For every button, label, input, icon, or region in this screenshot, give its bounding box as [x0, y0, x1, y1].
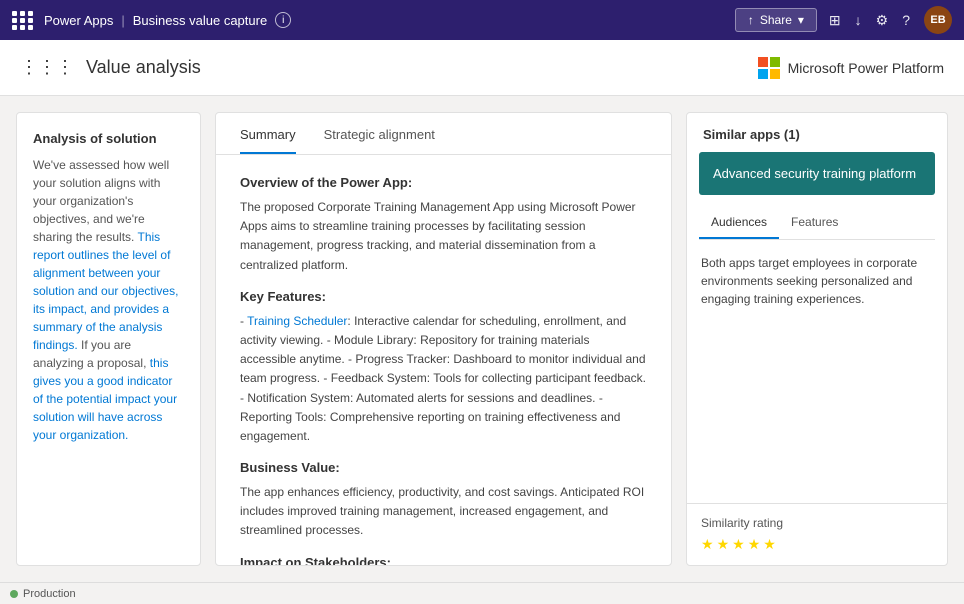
business-section: Business Value: The app enhances efficie… — [240, 460, 647, 541]
status-indicator — [10, 590, 18, 598]
share-button[interactable]: ↑ Share ▾ — [735, 8, 817, 32]
main-content: Analysis of solution We've assessed how … — [0, 96, 964, 582]
audiences-text: Both apps target employees in corporate … — [701, 254, 933, 308]
business-title: Business Value: — [240, 460, 647, 475]
left-panel-text: We've assessed how well your solution al… — [33, 156, 184, 444]
stakeholders-title: Impact on Stakeholders: — [240, 555, 647, 565]
help-icon[interactable]: ? — [902, 12, 910, 28]
app-tabs: Audiences Features — [699, 207, 935, 240]
star-3: ★ — [732, 536, 745, 553]
tabs: Summary Strategic alignment — [216, 113, 671, 155]
tab-features[interactable]: Features — [779, 207, 850, 239]
similar-app-title: Advanced security training platform — [713, 166, 916, 181]
page-header: ⋮⋮⋮ Value analysis Microsoft Power Platf… — [0, 40, 964, 96]
download-icon[interactable]: ↓ — [855, 12, 862, 28]
avatar[interactable]: EB — [924, 6, 952, 34]
overview-title: Overview of the Power App: — [240, 175, 647, 190]
settings-icon[interactable]: ⚙ — [876, 12, 889, 29]
table-icon[interactable]: ⊞ — [829, 12, 841, 29]
status-label: Production — [23, 588, 76, 600]
star-5: ★ — [763, 536, 776, 553]
star-1: ★ — [701, 536, 714, 553]
center-panel: Summary Strategic alignment Overview of … — [215, 112, 672, 566]
right-panel-body: Both apps target employees in corporate … — [687, 240, 947, 503]
tab-strategic-alignment[interactable]: Strategic alignment — [324, 113, 435, 154]
nav-icons: ⊞ ↓ ⚙ ? EB — [829, 6, 952, 34]
tab-audiences[interactable]: Audiences — [699, 207, 779, 239]
similarity-section: Similarity rating ★ ★ ★ ★ ★ — [687, 503, 947, 565]
top-navigation: Power Apps | Business value capture i ↑ … — [0, 0, 964, 40]
tab-summary[interactable]: Summary — [240, 113, 296, 154]
features-section: Key Features: - Training Scheduler: Inte… — [240, 289, 647, 446]
info-icon[interactable]: i — [275, 12, 291, 28]
similar-app-card[interactable]: Advanced security training platform — [699, 152, 935, 195]
share-icon: ↑ — [748, 13, 754, 27]
ms-squares-icon — [758, 57, 780, 79]
nav-separator: | — [121, 13, 124, 28]
similar-apps-heading: Similar apps (1) — [703, 127, 931, 142]
tab-content: Overview of the Power App: The proposed … — [216, 155, 671, 565]
star-4: ★ — [748, 536, 761, 553]
business-text: The app enhances efficiency, productivit… — [240, 483, 647, 541]
status-bar: Production — [0, 582, 964, 604]
features-title: Key Features: — [240, 289, 647, 304]
right-panel: Similar apps (1) Advanced security train… — [686, 112, 948, 566]
stakeholders-section: Impact on Stakeholders: Primary stakehol… — [240, 555, 647, 565]
ms-brand-text: Microsoft Power Platform — [788, 60, 944, 76]
left-panel-heading: Analysis of solution — [33, 131, 184, 146]
features-text: - Training Scheduler: Interactive calend… — [240, 312, 647, 446]
page-title: Value analysis — [86, 57, 758, 78]
star-2: ★ — [717, 536, 730, 553]
left-panel: Analysis of solution We've assessed how … — [16, 112, 201, 566]
overview-section: Overview of the Power App: The proposed … — [240, 175, 647, 275]
page-name: Business value capture — [133, 13, 267, 28]
ms-logo: Microsoft Power Platform — [758, 57, 944, 79]
chevron-down-icon: ▾ — [798, 13, 804, 27]
grid-icon[interactable]: ⋮⋮⋮ — [20, 57, 74, 78]
overview-text: The proposed Corporate Training Manageme… — [240, 198, 647, 275]
waffle-icon[interactable] — [12, 11, 34, 30]
star-rating: ★ ★ ★ ★ ★ — [701, 536, 933, 553]
similarity-label: Similarity rating — [701, 516, 933, 530]
app-name: Power Apps — [44, 13, 113, 28]
right-panel-header: Similar apps (1) — [687, 113, 947, 152]
